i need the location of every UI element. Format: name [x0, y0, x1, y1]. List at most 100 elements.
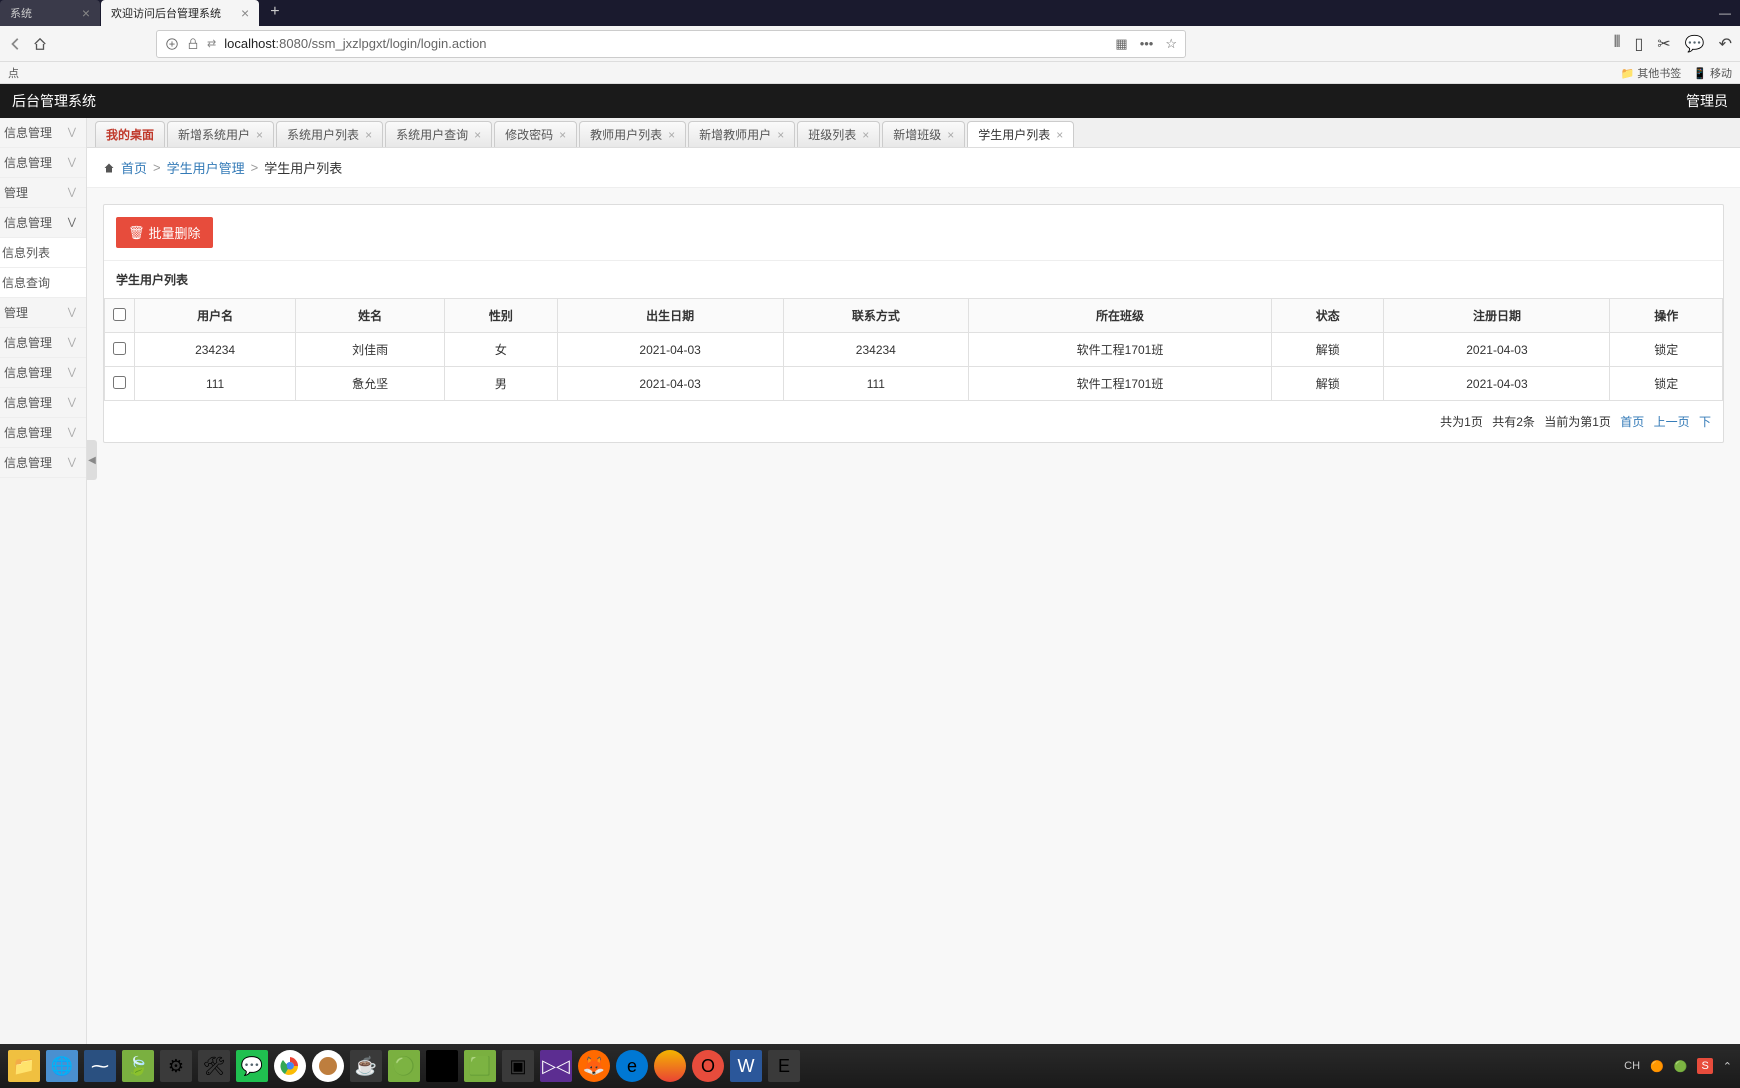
row-checkbox[interactable]: [113, 342, 126, 355]
sidebar-item[interactable]: 信息管理⋁: [0, 388, 86, 418]
taskbar-canary[interactable]: [654, 1050, 686, 1082]
taskbar-app[interactable]: ⁓: [84, 1050, 116, 1082]
close-icon[interactable]: ×: [474, 128, 481, 142]
crumb-level1[interactable]: 学生用户管理: [167, 158, 245, 177]
taskbar-explorer[interactable]: 📁: [8, 1050, 40, 1082]
tray-chevron-icon[interactable]: ⌃: [1723, 1060, 1732, 1073]
tray-ime[interactable]: CH: [1624, 1060, 1640, 1072]
content-tab[interactable]: 新增系统用户×: [167, 121, 274, 147]
sidebar-icon[interactable]: ▯: [1634, 34, 1643, 54]
taskbar-app[interactable]: ⚙: [160, 1050, 192, 1082]
clip-icon[interactable]: ✂: [1657, 34, 1670, 54]
minimize-button[interactable]: —: [1710, 0, 1740, 26]
mobile-bookmarks[interactable]: 📱 移动: [1693, 65, 1732, 81]
taskbar-vs[interactable]: ▷◁: [540, 1050, 572, 1082]
sidebar-subitem[interactable]: 信息查询: [0, 268, 86, 298]
bookmark-item[interactable]: 点: [8, 65, 19, 81]
taskbar-firefox[interactable]: 🦊: [578, 1050, 610, 1082]
close-icon[interactable]: ×: [221, 5, 249, 21]
pager-current: 当前为第1页: [1544, 415, 1611, 429]
column-header: 操作: [1610, 299, 1723, 333]
content-tab[interactable]: 新增班级×: [882, 121, 965, 147]
shield-icon[interactable]: [165, 37, 179, 51]
select-all-checkbox[interactable]: [113, 308, 126, 321]
close-icon[interactable]: ×: [559, 128, 566, 142]
back-icon[interactable]: [8, 36, 24, 52]
tab-label: 系统: [10, 5, 32, 21]
sidebar-item[interactable]: 管理⋁: [0, 178, 86, 208]
content-tab[interactable]: 学生用户列表×: [967, 121, 1074, 147]
content-tab[interactable]: 教师用户列表×: [579, 121, 686, 147]
library-icon[interactable]: ⫴: [1614, 34, 1621, 54]
more-icon[interactable]: •••: [1140, 36, 1154, 52]
qr-icon[interactable]: ▦: [1115, 36, 1127, 52]
taskbar-chrome[interactable]: [274, 1050, 306, 1082]
undo-icon[interactable]: ↶: [1719, 34, 1732, 54]
new-tab-button[interactable]: +: [260, 0, 289, 26]
close-icon[interactable]: ×: [862, 128, 869, 142]
content-tab[interactable]: 系统用户列表×: [276, 121, 383, 147]
table-cell: 软件工程1701班: [969, 367, 1272, 401]
content-tab[interactable]: 修改密码×: [494, 121, 577, 147]
sidebar-subitem[interactable]: 信息列表: [0, 238, 86, 268]
taskbar-word[interactable]: W: [730, 1050, 762, 1082]
sidebar-item[interactable]: 信息管理⋁: [0, 118, 86, 148]
pager-next[interactable]: 下: [1699, 415, 1711, 429]
admin-label[interactable]: 管理员: [1686, 91, 1728, 111]
taskbar-app[interactable]: ☕: [350, 1050, 382, 1082]
lock-icon[interactable]: [187, 37, 199, 51]
chat-icon[interactable]: 💬: [1685, 34, 1705, 54]
close-icon[interactable]: ×: [256, 128, 263, 142]
taskbar-intellij[interactable]: IJ: [426, 1050, 458, 1082]
content-tab[interactable]: 我的桌面: [95, 121, 165, 147]
taskbar-chromium[interactable]: [312, 1050, 344, 1082]
browser-tab-0[interactable]: 系统 ×: [0, 0, 100, 26]
batch-delete-button[interactable]: 🗑 批量删除: [116, 217, 213, 248]
taskbar-app[interactable]: 🛠: [198, 1050, 230, 1082]
taskbar-browser[interactable]: 🌐: [46, 1050, 78, 1082]
sidebar-item[interactable]: 信息管理⋁: [0, 208, 86, 238]
taskbar-edge[interactable]: e: [616, 1050, 648, 1082]
sidebar-item[interactable]: 管理⋁: [0, 298, 86, 328]
tray-icon[interactable]: 🟠: [1650, 1060, 1664, 1073]
pager-first[interactable]: 首页: [1620, 415, 1644, 429]
sidebar-item[interactable]: 信息管理⋁: [0, 448, 86, 478]
table-cell: 234234: [783, 333, 968, 367]
content-tab[interactable]: 系统用户查询×: [385, 121, 492, 147]
sidebar-item[interactable]: 信息管理⋁: [0, 358, 86, 388]
taskbar-opera[interactable]: O: [692, 1050, 724, 1082]
taskbar-app[interactable]: 🍃: [122, 1050, 154, 1082]
crumb-home[interactable]: 首页: [121, 158, 147, 177]
sidebar-collapse-handle[interactable]: ◀: [87, 440, 97, 480]
sidebar-item[interactable]: 信息管理⋁: [0, 148, 86, 178]
sidebar-item[interactable]: 信息管理⋁: [0, 328, 86, 358]
close-icon[interactable]: ×: [62, 5, 90, 21]
url-bar[interactable]: ⇄ localhost:8080/ssm_jxzlpgxt/login/logi…: [156, 30, 1186, 58]
sidebar-item-label: 信息查询: [2, 274, 50, 291]
other-bookmarks[interactable]: 📁 其他书签: [1620, 65, 1681, 81]
content-tab[interactable]: 班级列表×: [797, 121, 880, 147]
browser-tab-1[interactable]: 欢迎访问后台管理系统 ×: [101, 0, 259, 26]
close-icon[interactable]: ×: [668, 128, 675, 142]
taskbar-wechat[interactable]: 💬: [236, 1050, 268, 1082]
taskbar-app[interactable]: ▣: [502, 1050, 534, 1082]
sidebar-item[interactable]: 信息管理⋁: [0, 418, 86, 448]
tray-s[interactable]: S: [1697, 1058, 1712, 1074]
content-tab[interactable]: 新增教师用户×: [688, 121, 795, 147]
close-icon[interactable]: ×: [365, 128, 372, 142]
table-cell: 111: [135, 367, 296, 401]
home-icon[interactable]: [32, 36, 48, 52]
table-cell: 2021-04-03: [557, 367, 783, 401]
taskbar-app[interactable]: 🟢: [388, 1050, 420, 1082]
table-cell: 2021-04-03: [1384, 333, 1610, 367]
pager-prev[interactable]: 上一页: [1654, 415, 1690, 429]
close-icon[interactable]: ×: [1056, 128, 1063, 142]
star-icon[interactable]: ☆: [1165, 36, 1177, 52]
tray-icon[interactable]: 🟢: [1674, 1060, 1688, 1073]
close-icon[interactable]: ×: [777, 128, 784, 142]
taskbar-app[interactable]: 🟩: [464, 1050, 496, 1082]
row-checkbox[interactable]: [113, 376, 126, 389]
close-icon[interactable]: ×: [947, 128, 954, 142]
sidebar-item-label: 管理: [4, 184, 28, 201]
taskbar-app[interactable]: E: [768, 1050, 800, 1082]
